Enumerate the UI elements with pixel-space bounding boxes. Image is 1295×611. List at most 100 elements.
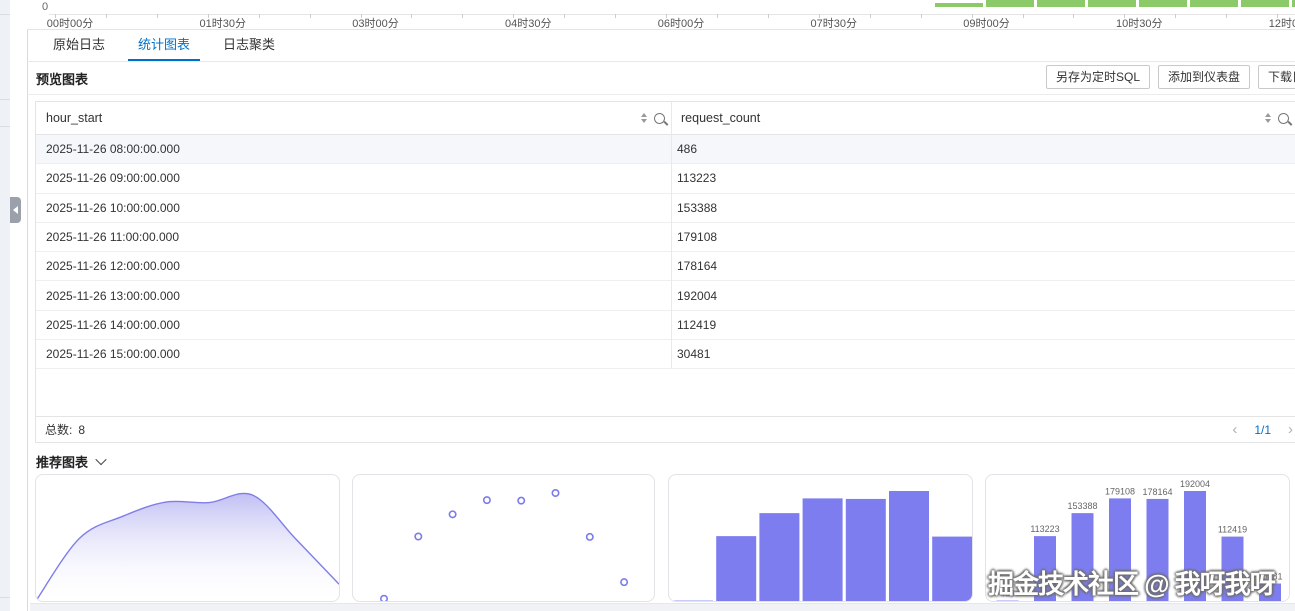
time-histogram[interactable]: 0 00时00分01时30分03时00分04时30分06时00分07时30分09… [27, 0, 1295, 30]
cell-request-count: 113223 [671, 171, 1295, 185]
sort-up-arrow-icon [641, 113, 647, 117]
table-header-row: hour_start request_count [36, 102, 1295, 135]
axis-tick [1073, 14, 1074, 18]
pagination-next-button[interactable]: › [1288, 422, 1293, 437]
time-axis-label: 09时00分 [963, 15, 1009, 30]
pagination-indicator: 1/1 [1254, 423, 1271, 437]
axis-tick [1226, 14, 1227, 18]
horizontal-scrollbar[interactable] [30, 603, 1295, 611]
bar-chart-svg [669, 475, 973, 601]
time-axis-label: 10时30分 [1116, 15, 1162, 30]
table-row: 2025-11-26 15:00:00.00030481 [36, 340, 1295, 369]
axis-tick [411, 14, 412, 18]
svg-text:192004: 192004 [1180, 479, 1210, 489]
histogram-bar [1190, 0, 1238, 7]
axis-tick [310, 14, 311, 18]
toolbar: 预览图表 另存为定时SQL添加到仪表盘下载日志收起配置 [27, 62, 1295, 95]
total-count: 总数:8 [36, 421, 85, 438]
column-label: hour_start [46, 111, 102, 125]
panel-divider [0, 14, 10, 15]
tab-statistics-charts[interactable]: 统计图表 [128, 30, 200, 61]
histogram-bar [986, 0, 1034, 7]
table-row: 2025-11-26 10:00:00.000153388 [36, 194, 1295, 223]
cell-hour-start: 2025-11-26 10:00:00.000 [36, 201, 671, 215]
tab-raw-logs[interactable]: 原始日志 [43, 30, 115, 61]
axis-tick [1175, 14, 1176, 18]
collapsed-left-panel [0, 0, 10, 611]
table-row: 2025-11-26 13:00:00.000192004 [36, 281, 1295, 310]
search-icon[interactable] [654, 113, 665, 124]
cell-request-count: 178164 [671, 259, 1295, 273]
sort-icon[interactable] [1265, 113, 1271, 123]
cell-hour-start: 2025-11-26 13:00:00.000 [36, 289, 671, 303]
table-footer: 总数:8 ‹ 1/1 › [36, 416, 1295, 442]
cell-hour-start: 2025-11-26 08:00:00.000 [36, 142, 671, 156]
add-to-dashboard-button[interactable]: 添加到仪表盘 [1158, 65, 1250, 89]
table-row: 2025-11-26 12:00:00.000178164 [36, 252, 1295, 281]
sort-icon[interactable] [641, 113, 647, 123]
search-icon[interactable] [1278, 113, 1289, 124]
scatter-chart-svg [353, 475, 655, 601]
cell-request-count: 30481 [671, 347, 1295, 361]
column-separator [671, 102, 672, 369]
sort-down-arrow-icon [1265, 119, 1271, 123]
y-axis-zero-label: 0 [42, 1, 48, 13]
svg-text:153388: 153388 [1067, 501, 1097, 511]
panel-divider [0, 99, 10, 100]
recommended-charts-header[interactable]: 推荐图表 [36, 450, 105, 472]
recommended-chart-card-bar[interactable] [668, 474, 973, 602]
cell-request-count: 486 [671, 142, 1295, 156]
histogram-bar [935, 3, 983, 8]
pagination-prev-button[interactable]: ‹ [1232, 422, 1237, 437]
cell-hour-start: 2025-11-26 11:00:00.000 [36, 230, 671, 244]
axis-tick [717, 14, 718, 18]
recommended-chart-card-scatter[interactable] [352, 474, 655, 602]
histogram-bar [1037, 0, 1085, 7]
axis-tick [157, 14, 158, 18]
table-row: 2025-11-26 11:00:00.000179108 [36, 223, 1295, 252]
tab-bar: 原始日志统计图表日志聚类 [27, 30, 1295, 62]
cell-hour-start: 2025-11-26 15:00:00.000 [36, 347, 671, 361]
panel-divider [0, 126, 10, 127]
table-row: 2025-11-26 14:00:00.000112419 [36, 311, 1295, 340]
panel-collapse-handle[interactable] [10, 197, 21, 223]
time-axis-label: 04时30分 [505, 15, 551, 30]
cell-request-count: 153388 [671, 201, 1295, 215]
axis-tick [870, 14, 871, 18]
recommended-chart-card-area[interactable] [35, 474, 340, 602]
panel-divider [0, 597, 10, 598]
axis-tick [259, 14, 260, 18]
column-header-request_count[interactable]: request_count [671, 102, 1295, 134]
save-as-scheduled-sql-button[interactable]: 另存为定时SQL [1046, 65, 1150, 89]
axis-tick [768, 14, 769, 18]
histogram-bar [1139, 0, 1187, 7]
time-axis-label: 00时00分 [47, 15, 93, 30]
cell-hour-start: 2025-11-26 12:00:00.000 [36, 259, 671, 273]
cell-hour-start: 2025-11-26 14:00:00.000 [36, 318, 671, 332]
area-chart-svg [36, 475, 339, 601]
axis-tick [462, 14, 463, 18]
svg-text:179108: 179108 [1105, 486, 1135, 496]
header-icons [641, 113, 665, 124]
axis-tick [1023, 14, 1024, 18]
cell-request-count: 179108 [671, 230, 1295, 244]
histogram-bar [1088, 0, 1136, 7]
column-header-hour_start[interactable]: hour_start [36, 102, 671, 134]
histogram-bar [1241, 0, 1289, 7]
axis-tick [921, 14, 922, 18]
cell-hour-start: 2025-11-26 09:00:00.000 [36, 171, 671, 185]
axis-tick [615, 14, 616, 18]
download-logs-button[interactable]: 下载日志 [1258, 65, 1295, 89]
triangle-left-icon [13, 206, 18, 214]
header-icons [1265, 113, 1289, 124]
result-table: hour_start request_count 2025-11-26 08:00… [35, 101, 1295, 443]
table-row: 2025-11-26 09:00:00.000113223 [36, 164, 1295, 193]
recommended-charts-title: 推荐图表 [36, 452, 88, 471]
time-axis-label: 01时30分 [200, 15, 246, 30]
svg-text:178164: 178164 [1142, 487, 1172, 497]
time-axis-label: 12时00分 [1269, 15, 1295, 30]
tab-log-clustering[interactable]: 日志聚类 [213, 30, 285, 61]
time-axis-label: 07时30分 [811, 15, 857, 30]
svg-text:112419: 112419 [1218, 525, 1247, 535]
cell-request-count: 112419 [671, 318, 1295, 332]
